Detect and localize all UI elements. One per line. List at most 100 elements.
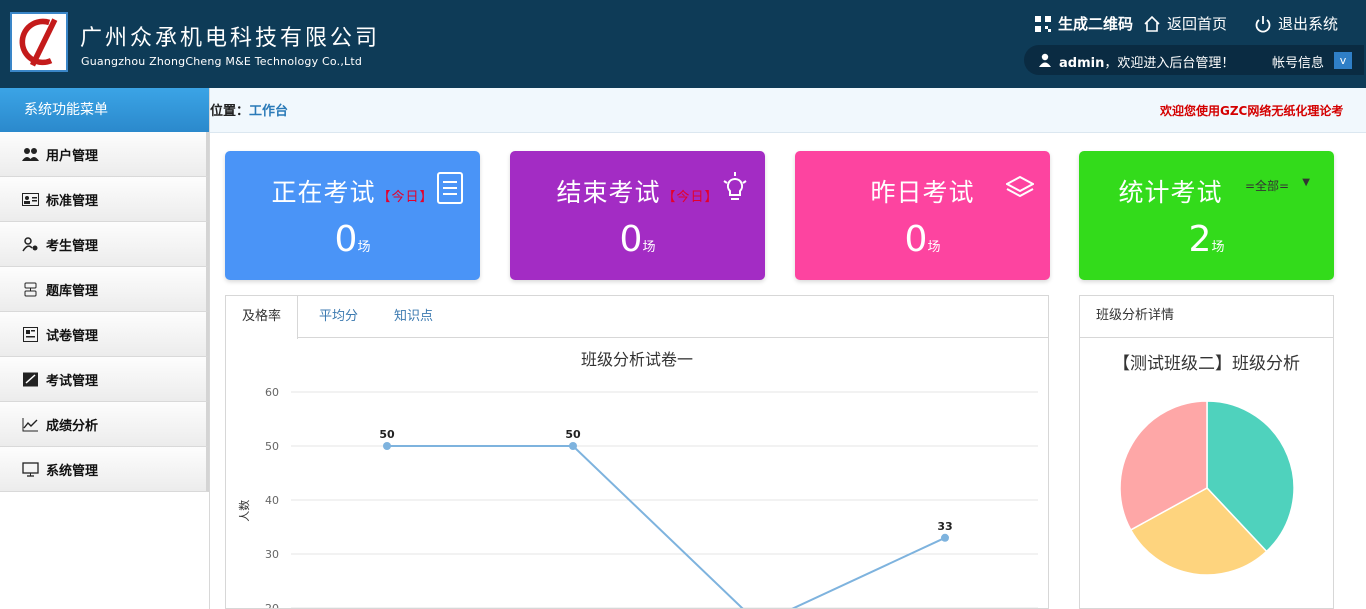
sidebar-title: 系统功能菜单 — [0, 88, 209, 132]
class-analysis-panel: 班级分析详情 【测试班级二】班级分析 — [1079, 295, 1334, 609]
user-gear-icon — [22, 236, 38, 251]
card-value-number: 0 — [619, 219, 643, 260]
sidebar-item-system[interactable]: 系统管理 — [0, 447, 209, 492]
home-link[interactable]: 返回首页 — [1143, 13, 1227, 34]
qrcode-icon — [1035, 15, 1051, 32]
company-name: 广州众承机电科技有限公司 — [80, 26, 381, 51]
card-unit: 场 — [642, 240, 656, 255]
card-tag: 【今日】 — [377, 190, 434, 205]
user-icon — [1039, 53, 1051, 67]
card-title-text: 昨日考试 — [870, 178, 975, 207]
y-tick-label: 40 — [265, 494, 279, 507]
y-tick-label: 30 — [265, 548, 279, 561]
company-logo — [10, 12, 68, 72]
sidebar-item-label: 题库管理 — [46, 283, 99, 299]
card-yesterday-exams[interactable]: 昨日考试 0场 — [795, 151, 1050, 280]
series-line — [387, 445, 946, 608]
welcome-suffix: ，欢迎进入后台管理！ — [1104, 56, 1235, 71]
data-label: 50 — [379, 428, 395, 441]
card-value-number: 0 — [334, 219, 358, 260]
document-icon — [437, 172, 463, 204]
sidebar-item-label: 成绩分析 — [46, 418, 99, 434]
home-icon — [1144, 15, 1160, 32]
qrcode-link[interactable]: 生成二维码 — [1034, 13, 1133, 34]
tab-knowledge-points[interactable]: 知识点 — [378, 296, 449, 339]
chart-panel: 及格率 平均分 知识点 班级分析试卷一 60 50 40 30 20 人数 50 50 17 33 — [225, 295, 1049, 609]
card-tag: 【今日】 — [662, 190, 719, 205]
sidebar-item-label: 系统管理 — [46, 463, 99, 479]
sidebar-item-label: 用户管理 — [46, 148, 99, 164]
sidebar-item-label: 试卷管理 — [46, 328, 99, 344]
y-tick-label: 60 — [265, 386, 279, 399]
data-label: 17 — [751, 606, 766, 608]
logout-link[interactable]: 退出系统 — [1254, 13, 1338, 34]
account-dropdown-button[interactable]: v — [1334, 52, 1352, 69]
notice-marquee: 欢迎您使用GZC网络无纸化理论考 — [1160, 104, 1344, 118]
sidebar-item-question-bank[interactable]: 题库管理 — [0, 267, 209, 312]
sidebar-item-standard[interactable]: 标准管理 — [0, 177, 209, 222]
y-tick-label: 50 — [265, 440, 279, 453]
power-icon — [1255, 15, 1271, 33]
line-chart: 60 50 40 30 20 人数 50 50 17 33 — [238, 386, 1038, 608]
class-analysis-header: 班级分析详情 — [1080, 296, 1333, 338]
chart-tabs: 及格率 平均分 知识点 — [226, 296, 1048, 339]
card-finished-exams[interactable]: 结束考试 【今日】 0场 — [510, 151, 765, 280]
account-info-link[interactable]: 帐号信息 — [1272, 52, 1324, 71]
class-analysis-title: 【测试班级二】班级分析 — [1113, 354, 1300, 374]
sidebar: 系统功能菜单 用户管理 标准管理 考生管理 题库管理 试卷管理 考试管理 成绩分… — [0, 88, 210, 609]
users-icon — [22, 147, 39, 161]
sidebar-item-label: 考试管理 — [46, 373, 99, 389]
username: admin — [1059, 56, 1105, 71]
card-value-number: 2 — [1188, 219, 1212, 260]
sidebar-item-score-analysis[interactable]: 成绩分析 — [0, 402, 209, 447]
chart-title: 班级分析试卷一 — [580, 350, 693, 369]
logout-label: 退出系统 — [1278, 15, 1339, 33]
card-title-text: 结束考试 — [556, 178, 661, 207]
exam-range-select[interactable]: =全部= — [1245, 177, 1289, 194]
monitor-icon — [22, 461, 39, 477]
bulb-icon — [723, 172, 747, 200]
sidebar-item-papers[interactable]: 试卷管理 — [0, 312, 209, 357]
y-axis-label: 人数 — [238, 500, 251, 522]
breadcrumb-prefix: 位置： — [210, 104, 250, 119]
card-unit: 场 — [357, 240, 371, 255]
card-value-number: 0 — [904, 219, 928, 260]
sidebar-item-label: 标准管理 — [46, 193, 99, 209]
welcome-text: admin，欢迎进入后台管理！ — [1059, 52, 1234, 71]
card-value: 0场 — [795, 219, 1050, 260]
sidebar-item-exams[interactable]: 考试管理 — [0, 357, 209, 402]
top-header: 广州众承机电科技有限公司 Guangzhou ZhongCheng M&E Te… — [0, 0, 1366, 88]
card-value: 0场 — [225, 219, 480, 260]
line-chart-icon — [22, 417, 38, 431]
data-point — [383, 442, 391, 450]
pie-chart — [1119, 400, 1295, 576]
card-stat-exams[interactable]: 统计考试 =全部= ▼ 2场 — [1079, 151, 1334, 280]
card-title-text: 正在考试 — [271, 178, 376, 207]
card-value: 2场 — [1079, 219, 1334, 260]
card-ongoing-exams[interactable]: 正在考试 【今日】 0场 — [225, 151, 480, 280]
sidebar-item-label: 考生管理 — [46, 238, 99, 254]
breadcrumb-current[interactable]: 工作台 — [249, 104, 288, 119]
data-label: 33 — [937, 520, 952, 533]
tab-average-score[interactable]: 平均分 — [303, 296, 374, 339]
paper-icon — [23, 326, 38, 342]
data-point — [569, 442, 577, 450]
layers-icon — [1006, 175, 1034, 198]
sidebar-item-users[interactable]: 用户管理 — [0, 132, 209, 177]
tab-pass-rate[interactable]: 及格率 — [226, 296, 299, 339]
database-icon — [24, 282, 37, 296]
chevron-down-icon[interactable]: ▼ — [1302, 177, 1310, 188]
card-unit: 场 — [927, 240, 941, 255]
qrcode-label: 生成二维码 — [1058, 15, 1134, 33]
card-title-text: 统计考试 — [1118, 178, 1223, 207]
edit-icon — [23, 372, 38, 386]
breadcrumb-path: 位置：工作台 — [210, 100, 288, 119]
y-tick-label: 20 — [265, 602, 279, 608]
home-label: 返回首页 — [1167, 15, 1228, 33]
id-card-icon — [22, 192, 39, 206]
user-bar: admin，欢迎进入后台管理！ 帐号信息 v — [1024, 45, 1364, 75]
data-label: 50 — [565, 428, 581, 441]
sidebar-item-examinees[interactable]: 考生管理 — [0, 222, 209, 267]
breadcrumb: 位置：工作台 欢迎您使用GZC网络无纸化理论考 — [210, 88, 1366, 133]
card-value: 0场 — [510, 219, 765, 260]
